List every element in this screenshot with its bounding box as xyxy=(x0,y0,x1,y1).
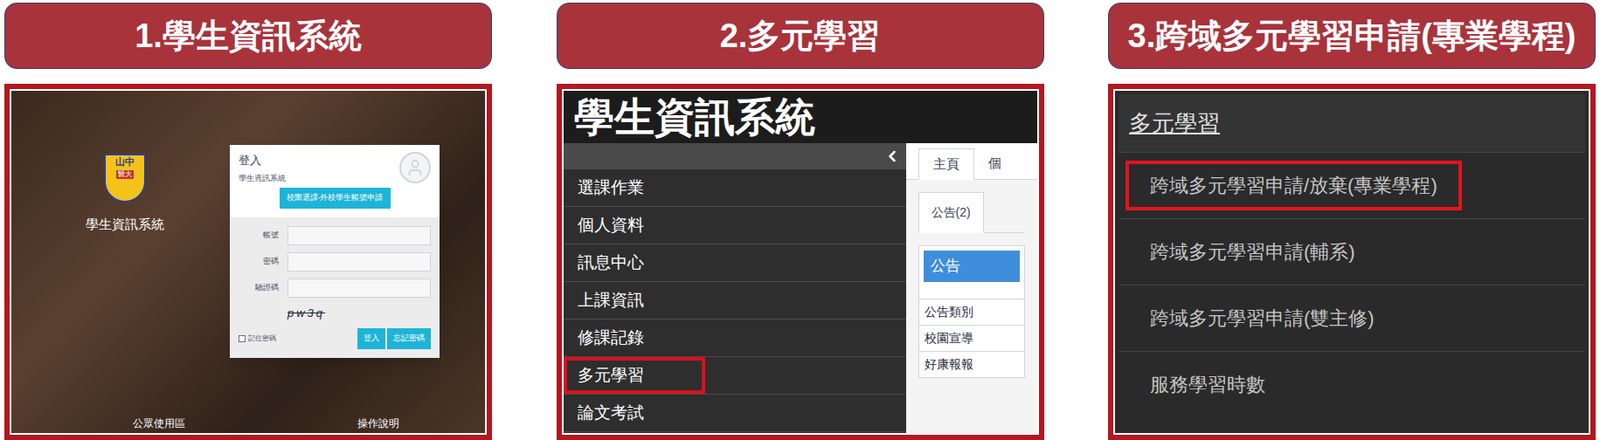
step-column: 3.跨域多元學習申請(專業學程)多元學習跨域多元學習申請/放棄(專業學程)跨域多… xyxy=(1108,0,1596,440)
menu-item[interactable]: 跨域多元學習申請(輔系) xyxy=(1118,218,1586,285)
sub-tab[interactable]: 公告(2) xyxy=(918,192,984,234)
login-button[interactable]: 登入 xyxy=(357,328,386,350)
footer-link[interactable]: 公眾使用區 xyxy=(132,415,186,432)
sidebar-item[interactable]: 修課記錄 xyxy=(563,319,907,358)
sidebar-item[interactable]: 上課資訊 xyxy=(563,282,907,320)
table-row: 校園宣導 xyxy=(919,325,1025,352)
collapse-bar xyxy=(563,143,907,170)
login-card: 登入學生資訊系統校際選課-外校學生帳號申請帳號密碼驗證碼pw3q記住密碼登入忘記… xyxy=(229,145,440,359)
sidebar-item[interactable]: 訊息中心 xyxy=(563,244,907,283)
sidebar-item[interactable]: 個人資料 xyxy=(563,207,907,245)
remember-checkbox[interactable]: 記住密碼 xyxy=(238,333,277,345)
step-panel: 多元學習跨域多元學習申請/放棄(專業學程)跨域多元學習申請(輔系)跨域多元學習申… xyxy=(1108,83,1596,440)
portal-screen: 學生資訊系統選課作業個人資料訊息中心上課資訊修課記錄多元學習論文考試主頁個公告(… xyxy=(563,90,1038,434)
step-column: 1.學生資訊系統山中醫大學生資訊系統登入學生資訊系統校際選課-外校學生帳號申請帳… xyxy=(4,0,492,440)
text-input[interactable] xyxy=(287,252,431,272)
sidebar-item[interactable]: 選課作業 xyxy=(563,169,907,208)
step-panel: 學生資訊系統選課作業個人資料訊息中心上課資訊修課記錄多元學習論文考試主頁個公告(… xyxy=(556,83,1045,440)
text-input[interactable] xyxy=(287,226,431,246)
sidebar: 選課作業個人資料訊息中心上課資訊修課記錄多元學習論文考試 xyxy=(563,143,907,434)
step-header: 1.學生資訊系統 xyxy=(4,2,492,70)
menu-item[interactable]: 服務學習時數 xyxy=(1118,351,1586,418)
apply-button[interactable]: 校際選課-外校學生帳號申請 xyxy=(279,187,391,209)
school-logo-icon: 山中醫大 xyxy=(103,153,146,203)
footer-link[interactable]: 操作說明 xyxy=(357,415,400,432)
login-field: 帳號 xyxy=(238,226,431,246)
logo-area: 山中醫大學生資訊系統 xyxy=(11,90,230,416)
main-panel: 主頁個公告(2) 公告公告類別校園宣導好康報報 xyxy=(906,143,1038,434)
tab-bar: 主頁個 xyxy=(906,143,1038,181)
collapse-icon[interactable] xyxy=(883,147,901,166)
guide-page: 1.學生資訊系統山中醫大學生資訊系統登入學生資訊系統校際選課-外校學生帳號申請帳… xyxy=(0,0,1600,440)
captcha: pw3q xyxy=(238,304,431,323)
login-screen: 山中醫大學生資訊系統登入學生資訊系統校際選課-外校學生帳號申請帳號密碼驗證碼pw… xyxy=(11,90,485,434)
sidebar-item[interactable]: 多元學習 xyxy=(563,357,907,395)
step-header: 2.多元學習 xyxy=(556,2,1045,70)
menu-header: 多元學習 xyxy=(1118,94,1586,153)
menu-item[interactable]: 跨域多元學習申請/放棄(專業學程) xyxy=(1118,152,1586,219)
step-column: 2.多元學習學生資訊系統選課作業個人資料訊息中心上課資訊修課記錄多元學習論文考試… xyxy=(556,0,1045,440)
panel-title: 公告 xyxy=(923,250,1020,283)
login-field: 密碼 xyxy=(238,252,431,272)
menu-item[interactable]: 跨域多元學習申請(雙主修) xyxy=(1118,284,1586,352)
tab[interactable]: 個 xyxy=(974,147,1016,180)
table-row: 公告類別 xyxy=(919,298,1025,326)
text-input[interactable] xyxy=(287,278,431,298)
login-subtitle: 學生資訊系統 xyxy=(238,173,286,186)
table-row: 好康報報 xyxy=(919,351,1025,378)
tab[interactable]: 主頁 xyxy=(918,148,975,181)
site-label: 學生資訊系統 xyxy=(85,214,165,236)
step-panel: 山中醫大學生資訊系統登入學生資訊系統校際選課-外校學生帳號申請帳號密碼驗證碼pw… xyxy=(4,83,492,440)
menu-screen: 多元學習跨域多元學習申請/放棄(專業學程)跨域多元學習申請(輔系)跨域多元學習申… xyxy=(1115,90,1589,434)
login-title: 登入 xyxy=(238,152,286,170)
avatar-icon xyxy=(399,152,431,184)
sidebar-item[interactable]: 論文考試 xyxy=(563,394,907,433)
step-header: 3.跨域多元學習申請(專業學程) xyxy=(1108,2,1596,70)
login-field: 驗證碼 xyxy=(238,278,431,298)
portal-header: 學生資訊系統 xyxy=(563,90,1038,144)
login-button[interactable]: 忘記密碼 xyxy=(387,328,431,350)
